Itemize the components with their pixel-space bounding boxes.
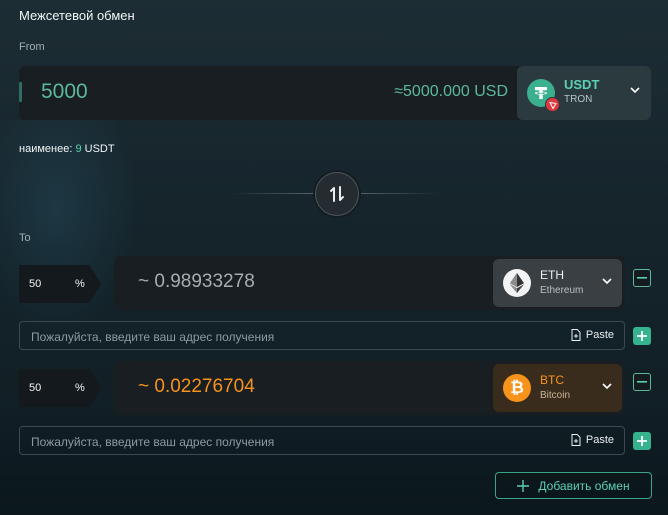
- page-title: Межсетевой обмен: [19, 8, 135, 23]
- tron-badge-icon: [545, 97, 560, 112]
- percent-sign: %: [75, 278, 85, 290]
- minus-icon: [637, 381, 647, 383]
- to-amount-eth: ~ 0.98933278: [138, 271, 255, 292]
- address-input-btc[interactable]: [29, 427, 553, 456]
- plus-icon: [637, 436, 647, 446]
- paste-label: Paste: [585, 329, 614, 341]
- chevron-down-icon: [602, 383, 612, 390]
- from-token-symbol: USDT: [564, 77, 600, 92]
- percent-field-eth[interactable]: 50 %: [19, 265, 101, 303]
- minus-icon: [637, 277, 647, 279]
- add-exchange-label: Добавить обмен: [538, 478, 630, 493]
- address-field-btc[interactable]: Paste: [19, 426, 625, 456]
- to-amount-box-btc: ~ 0.02276704 ₿ BTC Bitcoin: [114, 361, 625, 415]
- to-token-symbol-eth: ETH: [540, 268, 564, 282]
- to-label: To: [19, 232, 31, 244]
- add-row-button-eth[interactable]: [633, 327, 651, 345]
- minimum-unit: USDT: [84, 143, 115, 155]
- plus-icon: [517, 479, 530, 492]
- ethereum-icon: [503, 269, 531, 297]
- swap-button[interactable]: [315, 172, 359, 216]
- to-amount-box-eth: ~ 0.98933278 ETH Ethereum: [114, 256, 625, 310]
- percent-field-btc[interactable]: 50 %: [19, 369, 101, 407]
- paste-document-icon: [571, 329, 581, 341]
- to-amount-btc: ~ 0.02276704: [138, 376, 255, 397]
- from-token-network: TRON: [564, 94, 593, 105]
- to-token-selector-eth[interactable]: ETH Ethereum: [493, 259, 622, 307]
- from-usd-equivalent: ≈5000.000 USD: [394, 83, 508, 100]
- remove-row-button-eth[interactable]: [633, 269, 651, 287]
- text-caret: [19, 82, 22, 102]
- percent-sign: %: [75, 382, 85, 394]
- percent-value[interactable]: 50: [29, 382, 41, 394]
- from-amount-input[interactable]: 5000: [41, 80, 88, 104]
- add-row-button-btc[interactable]: [633, 432, 651, 450]
- bitcoin-icon: ₿: [503, 374, 531, 402]
- paste-label: Paste: [585, 434, 614, 446]
- to-token-network-btc: Bitcoin: [540, 390, 571, 401]
- plus-icon: [637, 331, 647, 341]
- minimum-prefix: наименее:: [19, 143, 73, 155]
- to-token-network-eth: Ethereum: [540, 285, 584, 296]
- from-label: From: [19, 41, 45, 53]
- address-field-eth[interactable]: Paste: [19, 321, 625, 351]
- paste-document-icon: [571, 434, 581, 446]
- chevron-down-icon: [602, 278, 612, 285]
- remove-row-button-btc[interactable]: [633, 373, 651, 391]
- paste-button-btc[interactable]: Paste: [571, 434, 614, 446]
- add-exchange-button[interactable]: Добавить обмен: [495, 472, 652, 499]
- chevron-down-icon: [630, 87, 640, 94]
- percent-value[interactable]: 50: [29, 278, 41, 290]
- address-input-eth[interactable]: [29, 322, 553, 351]
- swap-arrows-icon: [330, 186, 344, 202]
- paste-button-eth[interactable]: Paste: [571, 329, 614, 341]
- to-token-symbol-btc: BTC: [540, 373, 564, 387]
- minimum-amount: наименее: 9 USDT: [19, 143, 115, 155]
- to-token-selector-btc[interactable]: ₿ BTC Bitcoin: [493, 364, 622, 412]
- from-amount-box[interactable]: 5000 ≈5000.000 USD USDT TRON: [19, 66, 651, 120]
- from-token-selector[interactable]: USDT TRON: [517, 66, 651, 120]
- minimum-value: 9: [75, 143, 82, 155]
